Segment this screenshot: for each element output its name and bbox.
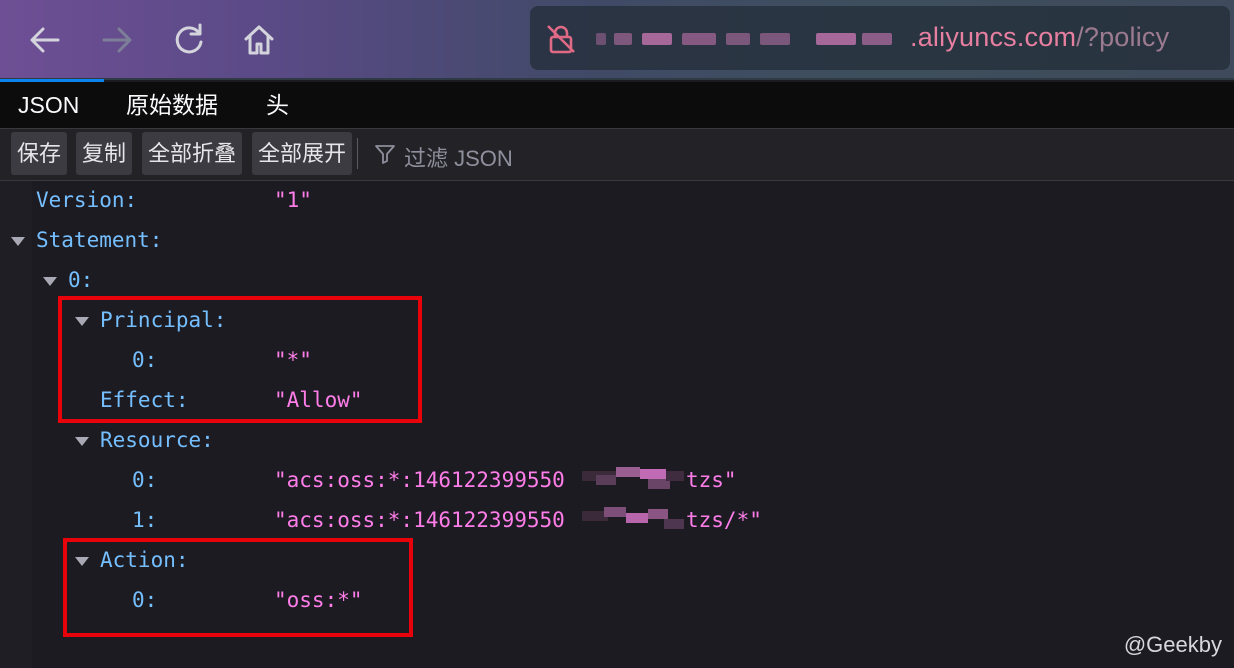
viewer-tabs: JSON 原始数据 头: [0, 82, 1234, 129]
json-tree: Version: "1" Statement: 0: Principal: 0:…: [0, 181, 1234, 668]
tab-raw-data[interactable]: 原始数据: [108, 82, 236, 128]
json-key: Version:: [36, 188, 138, 212]
tab-headers[interactable]: 头: [248, 82, 307, 128]
json-key: 0:: [132, 468, 158, 492]
json-action-bar: 保存 复制 全部折叠 全部展开 过滤 JSON: [0, 129, 1234, 181]
tree-row-version[interactable]: Version: "1": [0, 185, 1234, 215]
filter-icon: [374, 143, 396, 165]
json-key: Statement:: [36, 228, 163, 252]
url-bar[interactable]: .aliyuncs.com/?policy: [530, 6, 1230, 70]
tree-row-resource-1[interactable]: 1: "acs:oss:*:146122399550 tzs/*": [0, 505, 1234, 535]
highlight-box-action: [63, 538, 413, 637]
watermark: @Geekby: [1123, 632, 1222, 657]
collapse-all-button[interactable]: 全部折叠: [142, 132, 243, 175]
forward-icon[interactable]: [96, 19, 138, 61]
browser-toolbar: .aliyuncs.com/?policy: [0, 0, 1234, 80]
json-value: "1": [274, 188, 312, 212]
expand-toggle-icon[interactable]: [43, 277, 57, 286]
tab-json[interactable]: JSON: [0, 82, 97, 128]
home-icon[interactable]: [238, 19, 280, 61]
tree-row-statement-0[interactable]: 0:: [0, 265, 1234, 295]
copy-button[interactable]: 复制: [76, 132, 133, 175]
json-value-end: tzs/*": [686, 508, 762, 532]
json-key: 1:: [132, 508, 158, 532]
back-icon[interactable]: [24, 19, 66, 61]
highlight-box-principal-effect: [58, 296, 422, 423]
tree-row-statement[interactable]: Statement:: [0, 225, 1234, 255]
json-key: 0:: [68, 268, 94, 292]
expand-all-button[interactable]: 全部展开: [252, 132, 353, 175]
insecure-lock-icon[interactable]: [544, 22, 578, 56]
json-value-start: "acs:oss:*:146122399550: [274, 468, 565, 492]
toolbar-divider: [357, 138, 358, 169]
expand-toggle-icon[interactable]: [75, 437, 89, 446]
save-button[interactable]: 保存: [11, 132, 68, 175]
json-value-end: tzs": [686, 468, 737, 492]
expand-toggle-icon[interactable]: [11, 237, 25, 246]
json-key: Resource:: [100, 428, 214, 452]
json-value-start: "acs:oss:*:146122399550: [274, 508, 565, 532]
tree-row-resource[interactable]: Resource:: [0, 425, 1234, 455]
reload-icon[interactable]: [168, 19, 210, 61]
tree-row-resource-0[interactable]: 0: "acs:oss:*:146122399550 tzs": [0, 465, 1234, 495]
url-text[interactable]: .aliyuncs.com/?policy: [910, 22, 1169, 53]
filter-json-input[interactable]: 过滤 JSON: [404, 141, 513, 173]
